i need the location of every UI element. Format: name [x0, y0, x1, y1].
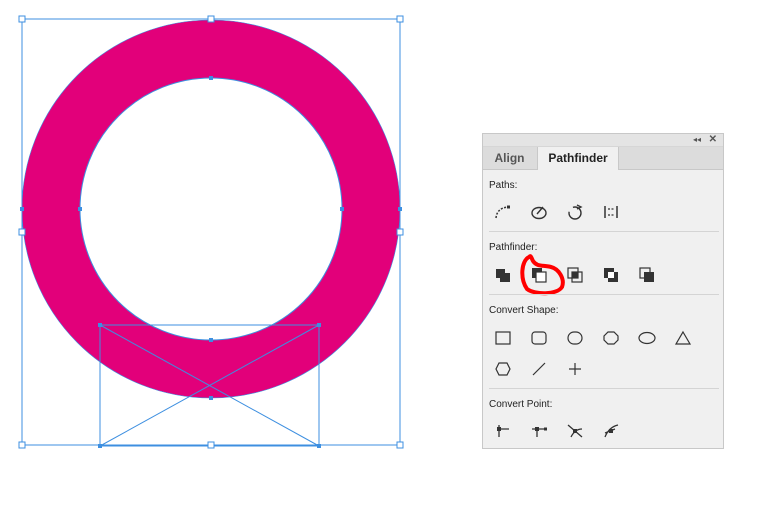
cross-icon [569, 363, 581, 375]
convert-shape-label: Convert Shape: [489, 305, 559, 316]
reverse-direction-button[interactable] [563, 200, 587, 224]
close-path-icon [531, 206, 547, 220]
unite-icon [496, 269, 510, 282]
triangle-icon [674, 330, 692, 345]
collapse-icon[interactable]: ◂◂ [693, 134, 701, 146]
asymmetric-point-button[interactable] [599, 419, 623, 443]
hexagon-icon [495, 362, 511, 376]
corner-point-icon [497, 425, 509, 437]
convert-line-button[interactable] [527, 357, 551, 381]
exclude-icon [604, 268, 618, 282]
convert-triangle-button[interactable] [671, 326, 695, 350]
inner-path-outline [79, 77, 343, 341]
rounded-rectangle-icon [531, 331, 547, 345]
polygon-icon [603, 331, 619, 345]
paths-label: Paths: [489, 180, 518, 191]
convert-rectangle-button[interactable] [491, 326, 515, 350]
minus-back-button[interactable] [635, 263, 659, 287]
convert-cross-button[interactable] [563, 357, 587, 381]
panel-title-bar[interactable]: ◂◂ ✕ [483, 134, 723, 147]
join-icon [604, 206, 618, 218]
highlight-annotation [520, 254, 565, 296]
panel-tabs: Align Pathfinder [483, 147, 723, 170]
convert-ellipse-button[interactable] [563, 326, 587, 350]
convert-point-label: Convert Point: [489, 399, 553, 410]
join-button[interactable] [599, 200, 623, 224]
corner-point-button[interactable] [491, 419, 515, 443]
exclude-button[interactable] [599, 263, 623, 287]
open-path-button[interactable] [491, 200, 515, 224]
convert-polygon-button[interactable] [599, 326, 623, 350]
unite-button[interactable] [491, 263, 515, 287]
tab-align[interactable]: Align [483, 147, 536, 169]
symmetric-point-icon [567, 424, 583, 438]
symmetric-point-button[interactable] [563, 419, 587, 443]
oval-icon [638, 331, 656, 345]
convert-hexagon-button[interactable] [491, 357, 515, 381]
smooth-point-button[interactable] [527, 419, 551, 443]
separator [489, 231, 719, 232]
rectangle-icon [495, 331, 511, 345]
minus-back-icon [639, 267, 654, 282]
close-path-button[interactable] [527, 200, 551, 224]
convert-rounded-rectangle-button[interactable] [527, 326, 551, 350]
smooth-point-icon [532, 427, 547, 437]
separator [489, 294, 719, 295]
open-path-icon [495, 205, 510, 219]
asymmetric-point-icon [604, 424, 619, 438]
pathfinder-panel: ◂◂ ✕ Align Pathfinder Paths: Pathfinder:… [482, 133, 724, 449]
convert-oval-button[interactable] [635, 326, 659, 350]
close-icon[interactable]: ✕ [709, 134, 717, 146]
tab-pathfinder[interactable]: Pathfinder [537, 147, 619, 170]
separator [489, 388, 719, 389]
ellipse-shape-icon [567, 331, 583, 345]
reverse-direction-icon [568, 204, 583, 220]
line-icon [532, 362, 546, 376]
intersect-icon [567, 267, 583, 283]
